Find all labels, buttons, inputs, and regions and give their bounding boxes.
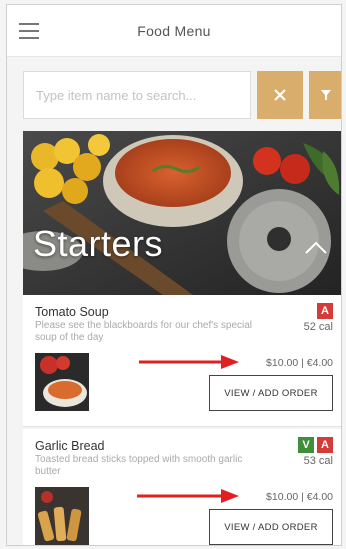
vegetarian-badge: V: [298, 437, 314, 453]
item-thumbnail: [35, 353, 89, 411]
filter-button[interactable]: [309, 71, 341, 119]
category-title: Starters: [33, 223, 164, 264]
app-frame: Food Menu Type item name to search... St…: [6, 4, 342, 546]
item-description: Please see the blackboards for our chef'…: [35, 320, 253, 343]
search-bar: [23, 71, 341, 119]
item-calories: 53 cal: [303, 455, 333, 467]
item-badges: A: [317, 303, 333, 319]
item-name: Tomato Soup: [35, 305, 109, 319]
garlic-bread-photo: [35, 487, 89, 545]
item-thumbnail: [35, 487, 89, 545]
item-description: Toasted bread sticks topped with smooth …: [35, 454, 243, 477]
filter-icon: [321, 90, 331, 100]
starters-banner-image: [23, 131, 341, 295]
allergen-badge: A: [317, 437, 333, 453]
item-badges: V A: [298, 437, 333, 453]
clear-search-button[interactable]: [257, 71, 303, 119]
view-add-order-button[interactable]: VIEW / ADD ORDER: [209, 509, 333, 545]
tomato-soup-photo: [35, 353, 89, 411]
search-input[interactable]: [23, 71, 251, 119]
annotation-arrow-icon: [139, 355, 239, 369]
app-header: Food Menu: [7, 5, 341, 57]
page-title: Food Menu: [137, 23, 211, 39]
view-add-order-button[interactable]: VIEW / ADD ORDER: [209, 375, 333, 411]
chevron-up-icon[interactable]: [303, 235, 329, 261]
allergen-badge: A: [317, 303, 333, 319]
item-price: $10.00 | €4.00: [266, 491, 333, 503]
item-calories: 52 cal: [303, 321, 333, 333]
item-name: Garlic Bread: [35, 439, 105, 453]
category-banner-starters[interactable]: Starters: [23, 131, 341, 295]
close-icon: [274, 89, 286, 101]
annotation-arrow-icon: [137, 489, 239, 503]
item-price: $10.00 | €4.00: [266, 357, 333, 369]
